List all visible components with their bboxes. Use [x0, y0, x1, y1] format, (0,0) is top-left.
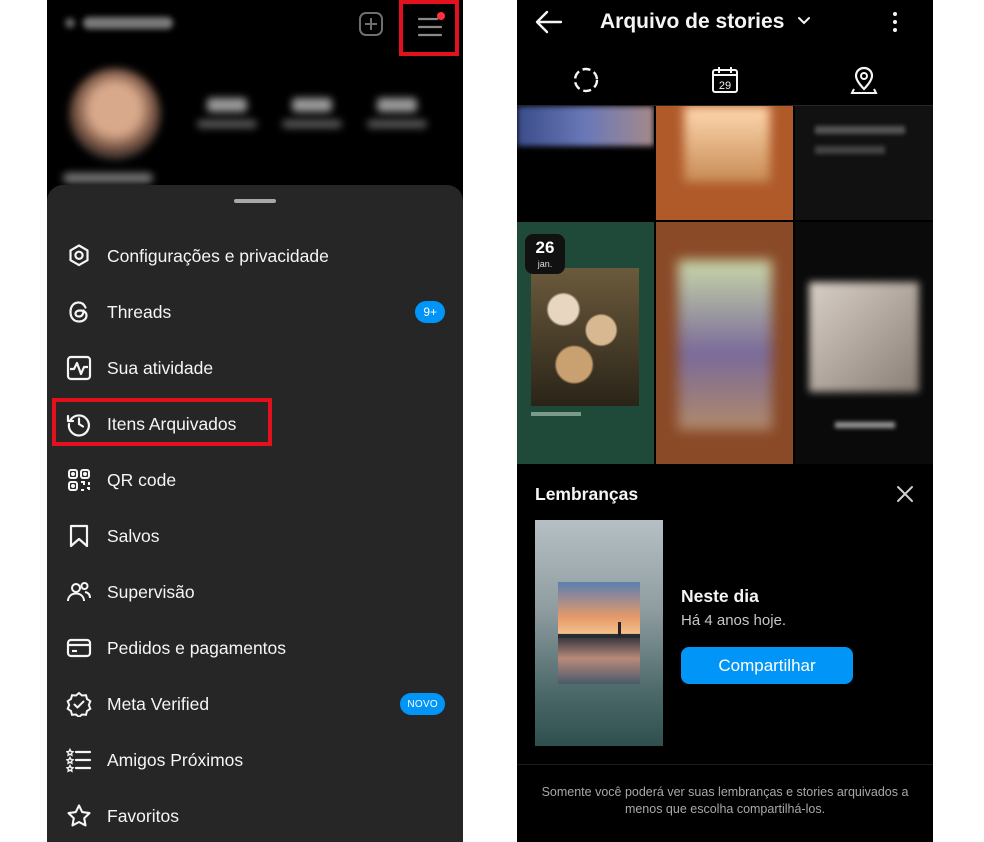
menu-item-saved[interactable]: Salvos [47, 508, 463, 564]
tab-calendar[interactable]: 29 [656, 55, 794, 105]
supervision-icon [65, 578, 93, 606]
star-icon [65, 802, 93, 830]
menu-item-label: Meta Verified [107, 693, 210, 714]
map-pin-icon [850, 66, 878, 94]
story-thumb-dated[interactable]: 26 jan. [517, 222, 654, 464]
username-blurred[interactable] [65, 12, 205, 34]
avatar[interactable] [69, 68, 161, 160]
story-thumb[interactable] [795, 106, 933, 220]
menu-item-label: Pedidos e pagamentos [107, 637, 287, 658]
archive-tabs: 29 [517, 55, 933, 106]
story-thumb[interactable] [656, 106, 793, 220]
menu-item-favorites[interactable]: Favoritos [47, 788, 463, 842]
sheet-handle[interactable] [234, 199, 276, 203]
menu-button-highlight[interactable] [399, 0, 459, 56]
notification-dot [437, 12, 445, 20]
memory-thumbnail[interactable] [535, 520, 663, 746]
archive-icon [65, 410, 93, 438]
menu-item-label: Supervisão [107, 581, 195, 602]
settings-icon [65, 242, 93, 270]
threads-icon [65, 298, 93, 326]
close-friends-icon [65, 746, 93, 774]
menu-item-qr-code[interactable]: QR code [47, 452, 463, 508]
profile-header-blurred [47, 58, 463, 188]
card-icon [65, 634, 93, 662]
bookmark-icon [65, 522, 93, 550]
date-chip: 26 jan. [525, 234, 565, 274]
story-thumb[interactable] [795, 222, 933, 464]
right-screen: Arquivo de stories 29 26 jan. Lembranças… [517, 0, 933, 842]
menu-item-label: Configurações e privacidade [107, 245, 329, 266]
menu-item-settings[interactable]: Configurações e privacidade [47, 228, 463, 284]
menu-item-activity[interactable]: Sua atividade [47, 340, 463, 396]
menu-item-meta-verified[interactable]: Meta Verified NOVO [47, 676, 463, 732]
left-screen: Configurações e privacidade Threads 9+ S… [47, 0, 463, 842]
date-month: jan. [537, 259, 553, 269]
sunset-photo [558, 582, 640, 684]
create-icon[interactable] [358, 11, 384, 37]
menu-item-label: Threads [107, 301, 172, 322]
stories-grid: 26 jan. [517, 106, 933, 464]
story-thumb[interactable] [656, 222, 793, 464]
memory-subtitle: Há 4 anos hoje. [681, 612, 787, 629]
menu-item-label: QR code [107, 469, 177, 490]
back-arrow-icon[interactable] [535, 10, 563, 39]
verified-icon [65, 690, 93, 718]
menu-item-orders-payments[interactable]: Pedidos e pagamentos [47, 620, 463, 676]
menu-item-label: Amigos Próximos [107, 749, 244, 770]
calendar-icon: 29 [712, 67, 738, 93]
page-title[interactable]: Arquivo de stories [600, 10, 784, 34]
tab-location[interactable] [795, 55, 933, 105]
calendar-number: 29 [719, 80, 731, 92]
memories-title: Lembranças [535, 484, 639, 504]
close-icon[interactable] [896, 485, 914, 508]
menu-item-archive[interactable]: Itens Arquivados [47, 396, 463, 452]
memories-panel: Lembranças Neste dia Há 4 anos hoje. Com… [517, 464, 933, 842]
menu-item-threads[interactable]: Threads 9+ [47, 284, 463, 340]
date-day: 26 [535, 238, 555, 257]
profile-top-bar [47, 0, 463, 56]
menu-item-close-friends[interactable]: Amigos Próximos [47, 732, 463, 788]
stories-icon [573, 67, 599, 93]
menu-sheet: Configurações e privacidade Threads 9+ S… [47, 185, 463, 842]
new-badge: NOVO [400, 693, 445, 715]
menu-item-supervision[interactable]: Supervisão [47, 564, 463, 620]
menu-item-label: Itens Arquivados [107, 413, 237, 434]
tab-stories-archive[interactable] [517, 55, 655, 105]
menu-item-label: Favoritos [107, 805, 179, 826]
memory-heading: Neste dia [681, 586, 759, 606]
more-options-icon[interactable] [891, 11, 899, 38]
menu-item-label: Sua atividade [107, 357, 214, 378]
divider [517, 764, 933, 765]
activity-icon [65, 354, 93, 382]
menu-item-label: Salvos [107, 525, 160, 546]
chevron-down-icon[interactable] [797, 14, 811, 32]
count-badge: 9+ [415, 301, 445, 323]
privacy-note: Somente você poderá ver suas lembranças … [541, 785, 909, 816]
share-button[interactable]: Compartilhar [681, 647, 853, 684]
archive-top-bar: Arquivo de stories [517, 0, 933, 48]
qr-code-icon [65, 466, 93, 494]
story-thumb[interactable] [517, 106, 654, 220]
